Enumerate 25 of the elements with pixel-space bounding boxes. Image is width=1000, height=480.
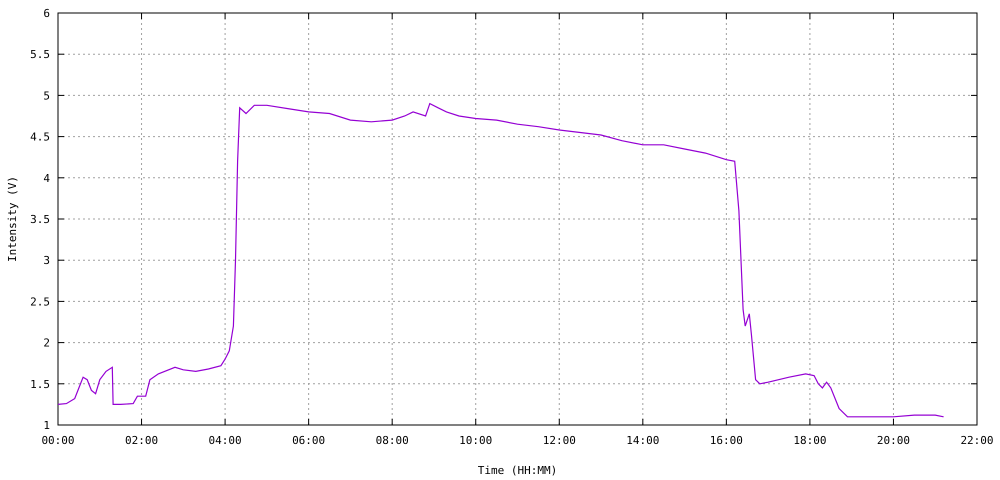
tick-label: 1 bbox=[43, 419, 50, 432]
tick-label: 08:00 bbox=[376, 434, 409, 447]
tick-label: 3.5 bbox=[30, 213, 50, 226]
tick-label: 5 bbox=[43, 89, 50, 102]
tick-label: 18:00 bbox=[793, 434, 826, 447]
tick-label: 10:00 bbox=[459, 434, 492, 447]
tick-label: 2 bbox=[43, 336, 50, 350]
tick-label: 4.5 bbox=[30, 130, 50, 144]
tick-label: 6 bbox=[43, 7, 50, 20]
tick-label: 02:00 bbox=[124, 434, 158, 447]
tick-label: 00:00 bbox=[41, 434, 75, 447]
tick-label: 20:00 bbox=[876, 434, 910, 447]
tick-label: 14:00 bbox=[626, 434, 660, 447]
axis-title: Time (HH:MM) bbox=[478, 464, 558, 477]
tick-label: 4 bbox=[43, 172, 50, 185]
tick-label: 1.5 bbox=[30, 378, 50, 391]
tick-label: 22:00 bbox=[960, 434, 994, 447]
tick-label: 16:00 bbox=[710, 434, 743, 447]
tick-label: 12:00 bbox=[542, 434, 576, 447]
axis-title: Intensity (V) bbox=[6, 176, 19, 262]
tick-label: 5.5 bbox=[30, 48, 50, 62]
tick-label: 06:00 bbox=[292, 434, 326, 447]
tick-label: 2.5 bbox=[30, 295, 50, 308]
tick-label: 04:00 bbox=[208, 434, 242, 447]
tick-label: 3 bbox=[43, 254, 50, 268]
